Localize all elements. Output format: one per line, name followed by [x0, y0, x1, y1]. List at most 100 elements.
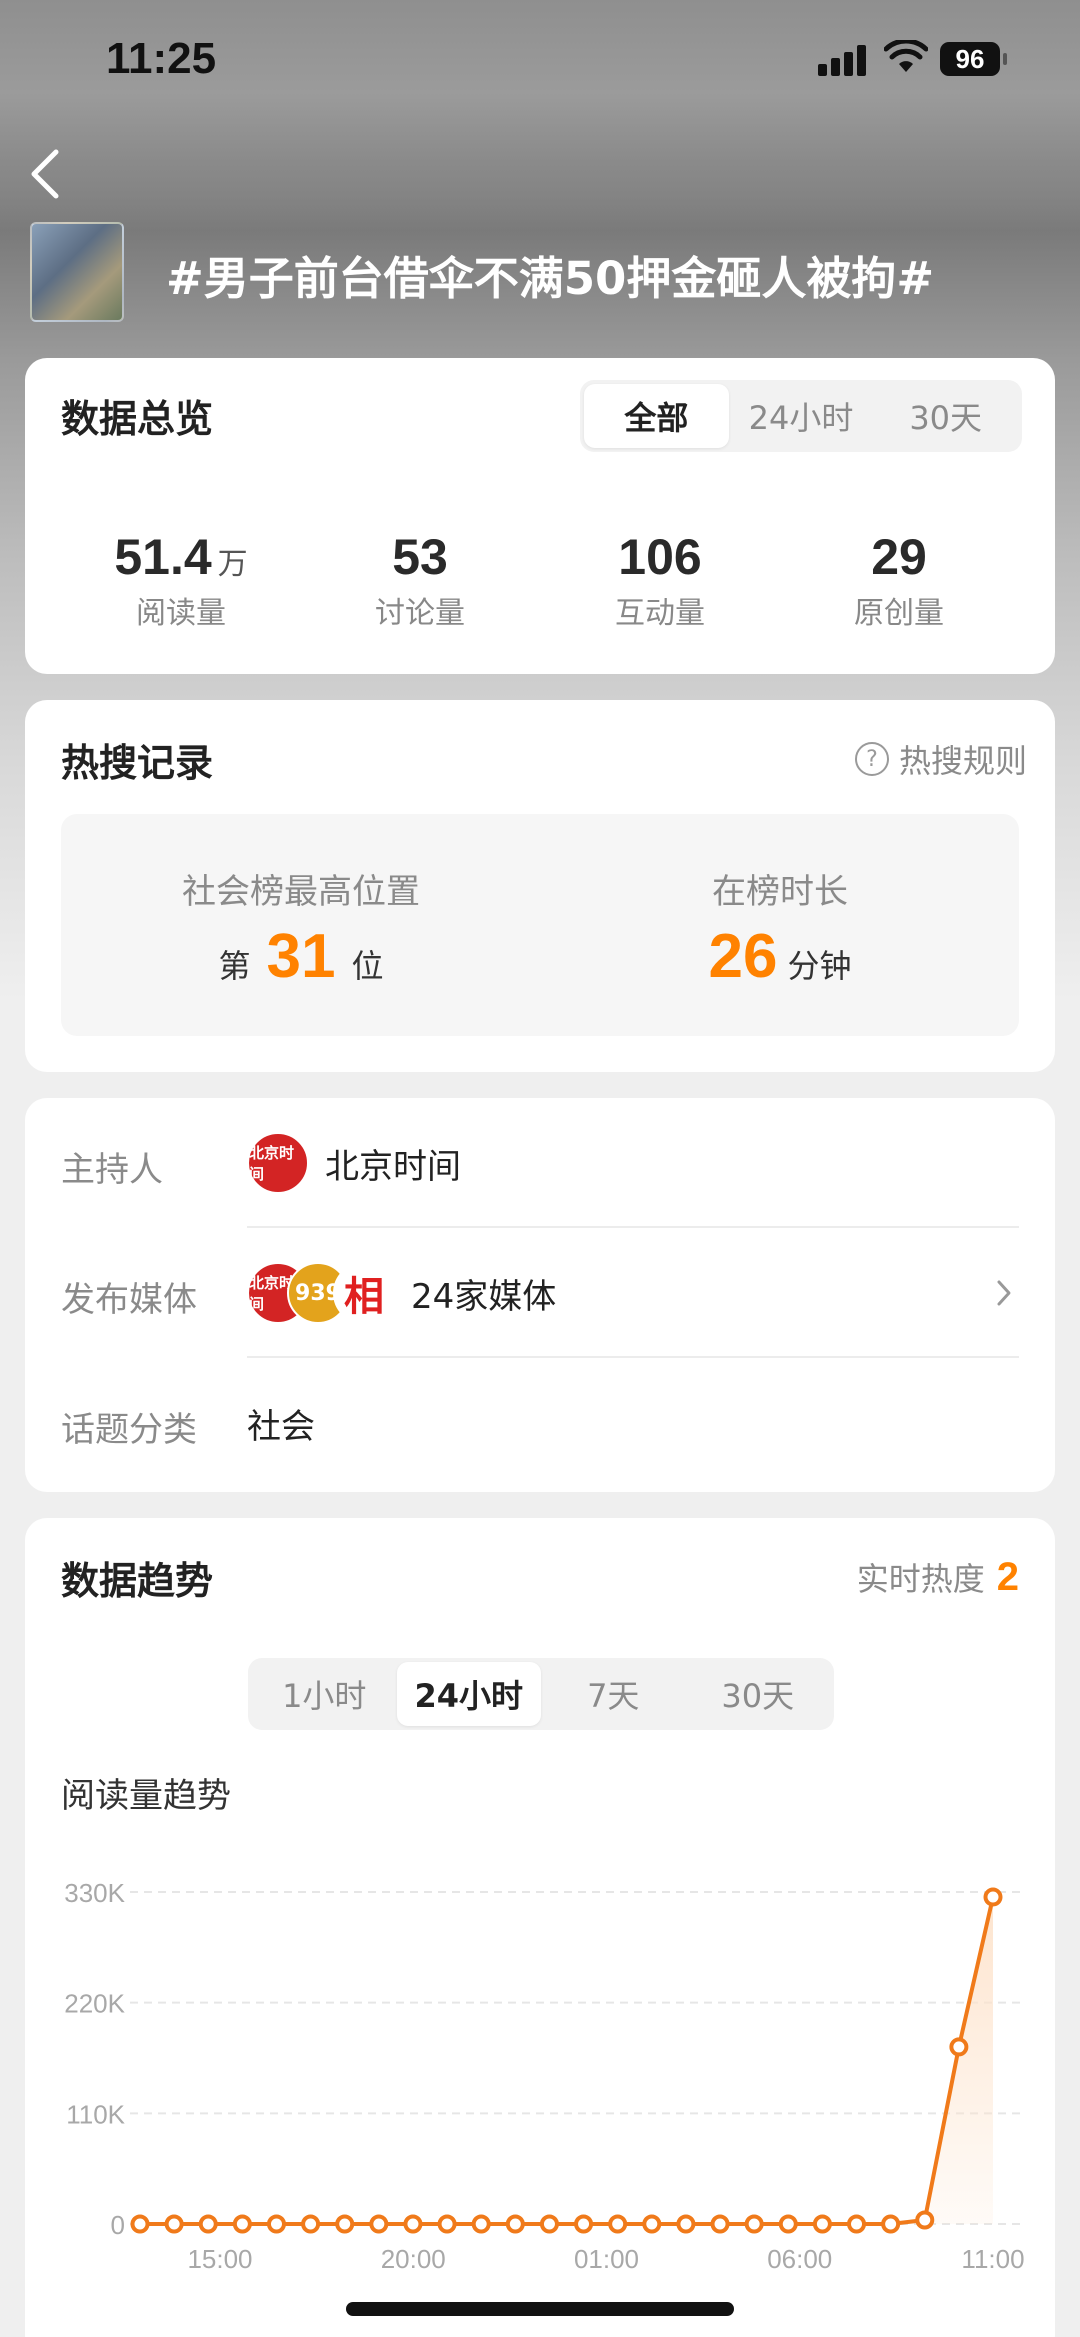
chevron-right-icon[interactable] — [989, 1268, 1019, 1318]
x-tick-label: 06:00 — [767, 2244, 832, 2274]
stat-reads-value: 51.4 — [114, 529, 212, 585]
host-label: 主持人 — [61, 1150, 163, 1190]
x-tick-label: 01:00 — [574, 2244, 639, 2274]
status-bar: 11:25 96 — [0, 0, 1080, 120]
hot-search-card: 热搜记录 ? 热搜规则 社会榜最高位置 第 31 位 在榜时长 26 分钟 — [25, 700, 1055, 1072]
data-point — [778, 2214, 798, 2234]
category-value: 社会 — [247, 1406, 315, 1447]
category-label: 话题分类 — [61, 1410, 197, 1450]
hot-search-rules-label: 热搜规则 — [898, 742, 1027, 780]
tab-all[interactable]: 全部 — [584, 384, 729, 448]
realtime-heat-label: 实时热度 — [856, 1560, 985, 1598]
overview-tabs: 全部 24小时 30天 — [580, 380, 1022, 452]
tab-30d[interactable]: 30天 — [873, 384, 1018, 448]
media-logo-3: 相 — [333, 1262, 395, 1324]
list-duration: 在榜时长 26 分钟 — [541, 864, 1019, 992]
trend-tab-30d[interactable]: 30天 — [686, 1662, 831, 1726]
data-point — [642, 2214, 662, 2234]
stat-interactions-label: 互动量 — [615, 596, 705, 631]
hot-search-title: 热搜记录 — [61, 741, 214, 785]
data-point — [847, 2214, 867, 2234]
data-point — [676, 2214, 696, 2234]
data-point — [574, 2214, 594, 2234]
data-point — [710, 2214, 730, 2234]
topic-title: #男子前台借伞不满50押金砸人被拘# — [166, 252, 935, 305]
data-point — [949, 2037, 969, 2057]
x-tick-label: 20:00 — [381, 2244, 446, 2274]
data-point — [266, 2214, 286, 2234]
data-point — [335, 2214, 355, 2234]
y-tick-label: 330K — [64, 1878, 125, 1908]
battery-icon: 96 — [940, 42, 1007, 76]
peak-position-value: 31 — [266, 922, 336, 991]
data-point — [471, 2214, 491, 2234]
host-name[interactable]: 北京时间 — [325, 1139, 461, 1188]
series-area — [140, 1897, 993, 2224]
peak-position-prefix: 第 — [218, 947, 251, 985]
y-tick-label: 110K — [66, 2099, 125, 2129]
stat-discussions-label: 讨论量 — [375, 596, 465, 631]
list-duration-value: 26 — [708, 922, 778, 991]
data-point — [403, 2214, 423, 2234]
stat-originals-label: 原创量 — [854, 596, 944, 631]
data-point — [983, 1887, 1003, 1907]
data-point — [130, 2214, 150, 2234]
stat-discussions-value: 53 — [392, 529, 448, 585]
stat-interactions: 106 互动量 — [540, 528, 780, 632]
help-icon: ? — [854, 742, 889, 776]
media-row[interactable]: 发布媒体 北京时间 939 相 24家媒体 — [61, 1228, 1019, 1358]
tab-24h[interactable]: 24小时 — [729, 384, 874, 448]
trend-tab-7d[interactable]: 7天 — [541, 1662, 686, 1726]
stat-reads-unit: 万 — [217, 547, 248, 582]
overview-card: 数据总览 全部 24小时 30天 51.4 万 阅读量 53 讨论量 106 互动… — [25, 358, 1055, 674]
stat-discussions: 53 讨论量 — [300, 528, 540, 632]
list-duration-suffix: 分钟 — [787, 947, 852, 985]
trend-tab-1h[interactable]: 1小时 — [252, 1662, 397, 1726]
data-point — [812, 2214, 832, 2234]
peak-position-suffix: 位 — [351, 947, 384, 985]
peak-position-label: 社会榜最高位置 — [182, 872, 420, 912]
x-tick-label: 15:00 — [187, 2244, 252, 2274]
data-point — [744, 2214, 764, 2234]
trend-tab-24h[interactable]: 24小时 — [396, 1662, 541, 1726]
category-row: 话题分类 社会 — [61, 1358, 1019, 1488]
overview-title: 数据总览 — [61, 397, 214, 441]
host-row: 主持人 北京时间 北京时间 — [61, 1098, 1019, 1228]
data-point — [915, 2210, 935, 2230]
data-point — [881, 2214, 901, 2234]
data-point — [369, 2214, 389, 2234]
hot-search-rules-link[interactable]: ? 热搜规则 — [854, 736, 1027, 782]
host-logo[interactable]: 北京时间 — [247, 1132, 309, 1194]
hot-search-summary: 社会榜最高位置 第 31 位 在榜时长 26 分钟 — [61, 814, 1019, 1036]
reads-trend-chart: 0 110K 220K 330K 15:00 20:00 01:00 06:00 11:00 — [64, 1878, 1025, 2274]
series-line — [140, 1896, 995, 2226]
stat-reads: 51.4 万 阅读量 — [61, 528, 301, 632]
y-tick-label: 0 — [111, 2210, 125, 2240]
back-button[interactable] — [22, 146, 70, 202]
chart-subtitle: 阅读量趋势 — [61, 1776, 231, 1816]
peak-position: 社会榜最高位置 第 31 位 — [61, 864, 541, 992]
wifi-icon — [884, 40, 928, 72]
data-point — [301, 2214, 321, 2234]
data-point — [505, 2214, 525, 2234]
data-point — [164, 2214, 184, 2234]
data-point — [539, 2214, 559, 2234]
topic-thumbnail[interactable] — [30, 222, 124, 322]
media-count: 24家媒体 — [411, 1276, 557, 1317]
data-point — [437, 2214, 457, 2234]
stat-reads-label: 阅读量 — [136, 596, 226, 631]
data-point — [198, 2214, 218, 2234]
data-point — [232, 2214, 252, 2234]
stat-originals-value: 29 — [871, 529, 927, 585]
list-duration-label: 在榜时长 — [712, 872, 848, 912]
home-indicator — [346, 2302, 734, 2316]
signal-icon — [818, 44, 870, 76]
trend-title: 数据趋势 — [61, 1559, 214, 1603]
trend-tabs: 1小时 24小时 7天 30天 — [248, 1658, 834, 1730]
y-tick-label: 220K — [64, 1989, 125, 2019]
realtime-heat-value: 2 — [996, 1555, 1019, 1599]
stat-interactions-value: 106 — [618, 529, 702, 585]
realtime-heat: 实时热度 2 — [857, 1554, 1019, 1600]
data-point — [608, 2214, 628, 2234]
x-tick-label: 11:00 — [961, 2244, 1024, 2274]
